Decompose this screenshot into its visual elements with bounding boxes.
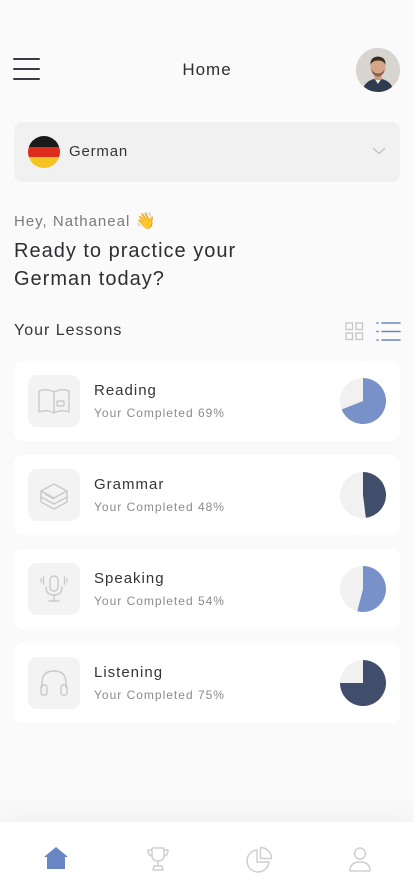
- progress-slice: [363, 472, 386, 518]
- profile-icon: [349, 847, 371, 872]
- nav-statistics[interactable]: [244, 846, 274, 874]
- headphones-icon: [40, 670, 68, 696]
- list-view-icon[interactable]: [375, 321, 401, 342]
- greeting-label: Hey, Nathaneal: [14, 213, 131, 230]
- lesson-name: Grammar: [94, 476, 165, 493]
- lesson-card-speaking[interactable]: Speaking Your Completed 54%: [14, 549, 400, 629]
- lesson-progress-text: Your Completed 54%: [94, 594, 225, 608]
- nav-achievements[interactable]: [143, 846, 173, 874]
- waving-hand-icon: 👋: [135, 213, 157, 230]
- progress-pie-chart: [340, 472, 386, 518]
- progress-pie-chart: [340, 660, 386, 706]
- progress-pie-chart: [340, 566, 386, 612]
- lesson-progress-text: Your Completed 75%: [94, 688, 225, 702]
- lesson-name: Reading: [94, 382, 157, 399]
- lesson-icon-box: [28, 469, 80, 521]
- lessons-section-title: Your Lessons: [14, 322, 123, 339]
- headline: Ready to practice your German today?: [14, 240, 237, 290]
- greeting-text: Hey, Nathaneal 👋: [14, 211, 156, 231]
- nav-home[interactable]: [41, 846, 71, 874]
- lesson-icon-box: [28, 657, 80, 709]
- microphone-icon: [40, 575, 68, 602]
- lesson-card-grammar[interactable]: Grammar Your Completed 48%: [14, 455, 400, 535]
- book-icon: [38, 389, 70, 414]
- lesson-progress-text: Your Completed 69%: [94, 406, 225, 420]
- selected-language: German: [69, 143, 128, 160]
- bottom-navigation: [0, 822, 414, 896]
- progress-pie-chart: [340, 378, 386, 424]
- pie-chart-icon: [246, 846, 273, 873]
- chevron-down-icon: [372, 147, 386, 155]
- grid-view-icon[interactable]: [345, 322, 364, 341]
- language-select[interactable]: German: [14, 122, 400, 182]
- books-stack-icon: [40, 483, 68, 510]
- user-avatar[interactable]: [356, 48, 400, 92]
- home-icon: [44, 847, 68, 869]
- lesson-icon-box: [28, 563, 80, 615]
- lesson-card-reading[interactable]: Reading Your Completed 69%: [14, 361, 400, 441]
- page-title: Home: [182, 60, 232, 79]
- nav-profile[interactable]: [345, 846, 375, 874]
- lesson-name: Speaking: [94, 570, 165, 587]
- app-header: Home: [0, 44, 414, 96]
- lesson-progress-text: Your Completed 48%: [94, 500, 225, 514]
- lesson-card-listening[interactable]: Listening Your Completed 75%: [14, 643, 400, 723]
- trophy-icon: [147, 847, 169, 871]
- lesson-icon-box: [28, 375, 80, 427]
- lesson-name: Listening: [94, 664, 164, 681]
- german-flag-icon: [28, 136, 60, 168]
